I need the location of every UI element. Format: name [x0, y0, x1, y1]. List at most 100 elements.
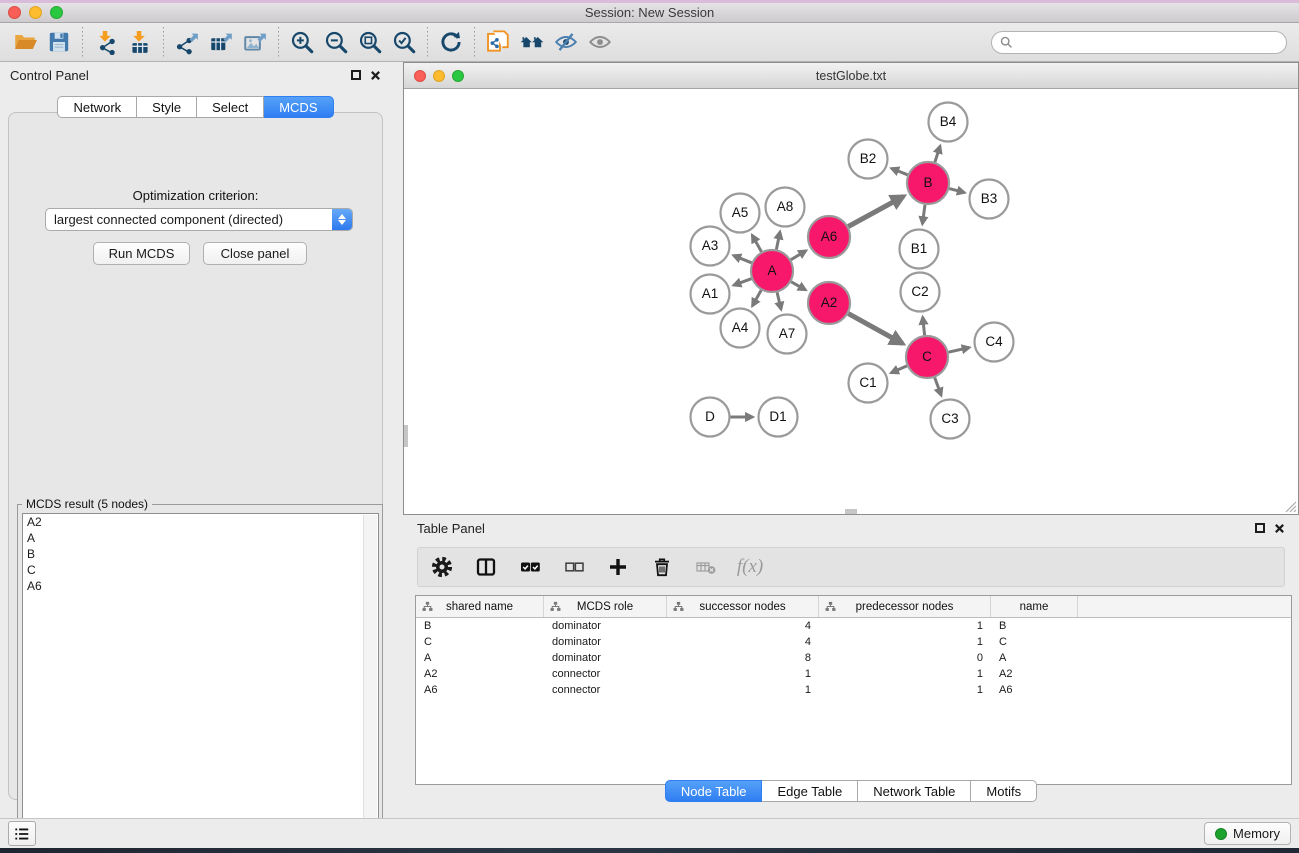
import-network-button[interactable] [89, 26, 123, 58]
table-cell[interactable]: B [991, 620, 1078, 632]
node-A3[interactable]: A3 [691, 227, 730, 266]
table-row[interactable]: Bdominator41B [416, 618, 1291, 634]
deselect-all-button[interactable] [560, 552, 588, 582]
column-header-MCDS-role[interactable]: MCDS role [544, 596, 667, 617]
search-input[interactable] [1018, 35, 1278, 49]
table-cell[interactable]: 4 [667, 620, 819, 632]
table-cell[interactable]: C [416, 636, 544, 648]
close-panel-icon[interactable] [370, 70, 381, 81]
table-row[interactable]: A2connector11A2 [416, 666, 1291, 682]
table-cell[interactable]: A2 [416, 668, 544, 680]
node-B3[interactable]: B3 [970, 180, 1009, 219]
edge-A-A1[interactable] [734, 279, 752, 286]
node-D[interactable]: D [691, 398, 730, 437]
table-cell[interactable]: A6 [991, 684, 1078, 696]
edge-A-A8[interactable] [776, 232, 780, 250]
close-panel-button[interactable]: Close panel [203, 242, 307, 265]
zoom-in-button[interactable] [285, 26, 319, 58]
add-column-button[interactable] [604, 552, 632, 582]
edge-B-B3[interactable] [949, 189, 964, 193]
edge-B-B4[interactable] [935, 146, 940, 162]
column-header-predecessor-nodes[interactable]: predecessor nodes [819, 596, 991, 617]
run-mcds-button[interactable]: Run MCDS [93, 242, 190, 265]
table-float-panel-icon[interactable] [1255, 523, 1265, 533]
table-row[interactable]: Cdominator41C [416, 634, 1291, 650]
edge-C-C1[interactable] [891, 366, 907, 373]
resize-grip-icon[interactable] [1284, 500, 1297, 513]
tab-node-table[interactable]: Node Table [665, 780, 763, 802]
edge-A-A4[interactable] [752, 290, 761, 306]
node-C4[interactable]: C4 [975, 323, 1014, 362]
edge-C-C2[interactable] [923, 317, 925, 335]
edge-A2-C[interactable] [848, 314, 902, 344]
table-cell[interactable]: dominator [544, 620, 667, 632]
table-close-panel-icon[interactable] [1274, 523, 1285, 534]
table-cell[interactable]: A [991, 652, 1078, 664]
tab-edge-table[interactable]: Edge Table [762, 780, 858, 802]
vertical-scroll-thumb[interactable] [404, 425, 408, 447]
mcds-result-item[interactable]: B [23, 546, 378, 562]
node-A7[interactable]: A7 [768, 315, 807, 354]
zoom-fit-button[interactable] [353, 26, 387, 58]
edge-A-A7[interactable] [777, 292, 781, 309]
tab-network[interactable]: Network [57, 96, 137, 118]
save-session-button[interactable] [42, 26, 76, 58]
node-C[interactable]: C [906, 336, 948, 378]
table-cell[interactable]: 1 [819, 620, 991, 632]
table-cell[interactable]: 1 [819, 668, 991, 680]
tab-style[interactable]: Style [137, 96, 197, 118]
node-B2[interactable]: B2 [849, 140, 888, 179]
node-B1[interactable]: B1 [900, 230, 939, 269]
node-C3[interactable]: C3 [931, 400, 970, 439]
table-cell[interactable]: dominator [544, 652, 667, 664]
node-A6[interactable]: A6 [808, 216, 850, 258]
export-image-button[interactable] [238, 26, 272, 58]
node-B[interactable]: B [907, 162, 949, 204]
column-header-name[interactable]: name [991, 596, 1078, 617]
table-cell[interactable]: A2 [991, 668, 1078, 680]
tab-network-table[interactable]: Network Table [858, 780, 971, 802]
edge-B-B1[interactable] [922, 205, 925, 224]
edge-A-A2[interactable] [791, 282, 805, 290]
settings-button[interactable] [428, 552, 456, 582]
node-A8[interactable]: A8 [766, 188, 805, 227]
horizontal-scroll-thumb[interactable] [845, 509, 857, 514]
show-panels-button[interactable] [8, 821, 36, 846]
export-network-button[interactable] [170, 26, 204, 58]
table-cell[interactable]: 1 [819, 636, 991, 648]
table-cell[interactable]: 1 [819, 684, 991, 696]
zoom-out-button[interactable] [319, 26, 353, 58]
open-file-button[interactable] [8, 26, 42, 58]
node-A1[interactable]: A1 [691, 275, 730, 314]
table-cell[interactable]: A6 [416, 684, 544, 696]
node-C1[interactable]: C1 [849, 364, 888, 403]
table-cell[interactable]: connector [544, 684, 667, 696]
node-A5[interactable]: A5 [721, 194, 760, 233]
table-cell[interactable]: 1 [667, 684, 819, 696]
table-cell[interactable]: 4 [667, 636, 819, 648]
column-header-successor-nodes[interactable]: successor nodes [667, 596, 819, 617]
table-row[interactable]: A6connector11A6 [416, 682, 1291, 698]
edge-C-C3[interactable] [935, 378, 942, 396]
mcds-result-item[interactable]: A [23, 530, 378, 546]
new-network-from-file-button[interactable] [481, 26, 515, 58]
mcds-result-item[interactable]: A6 [23, 578, 378, 594]
network-window-titlebar[interactable]: testGlobe.txt [404, 63, 1298, 89]
table-cell[interactable]: 0 [819, 652, 991, 664]
node-D1[interactable]: D1 [759, 398, 798, 437]
network-canvas[interactable]: AA1A2A3A4A5A6A7A8BB1B2B3B4CC1C2C3C4DD1 [404, 89, 1298, 514]
table-row[interactable]: Adominator80A [416, 650, 1291, 666]
node-A2[interactable]: A2 [808, 282, 850, 324]
table-cell[interactable]: 8 [667, 652, 819, 664]
select-all-button[interactable] [516, 552, 544, 582]
mcds-result-item[interactable]: A2 [23, 514, 378, 530]
edge-A-A5[interactable] [752, 235, 761, 252]
edge-A-A6[interactable] [791, 251, 806, 260]
tab-select[interactable]: Select [197, 96, 264, 118]
float-panel-icon[interactable] [351, 70, 361, 80]
edge-B-B2[interactable] [892, 168, 908, 174]
refresh-button[interactable] [434, 26, 468, 58]
table-cell[interactable]: connector [544, 668, 667, 680]
network-graph[interactable]: AA1A2A3A4A5A6A7A8BB1B2B3B4CC1C2C3C4DD1 [404, 89, 1298, 514]
show-all-button[interactable] [583, 26, 617, 58]
